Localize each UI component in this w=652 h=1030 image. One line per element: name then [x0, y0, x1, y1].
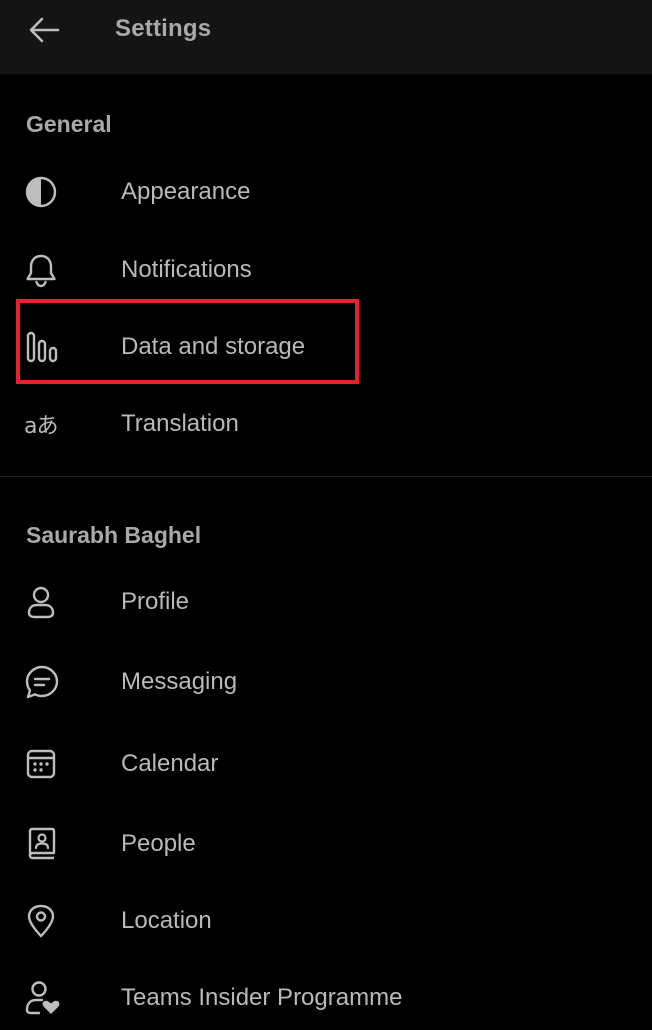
settings-item-label: People: [121, 830, 196, 857]
settings-item-label: Data and storage: [121, 333, 306, 360]
settings-item-messaging[interactable]: Messaging: [0, 650, 652, 714]
settings-item-label: Notifications: [121, 256, 252, 283]
settings-item-translation[interactable]: aあ Translation: [0, 392, 652, 456]
app-header: Settings: [0, 0, 652, 74]
settings-item-label: Appearance: [121, 178, 251, 205]
map-pin-icon: [24, 903, 64, 939]
back-button[interactable]: [22, 10, 66, 50]
settings-item-label: Teams Insider Programme: [121, 984, 403, 1011]
calendar-icon: [24, 746, 64, 782]
data-bars-icon: [24, 329, 64, 365]
contact-card-icon: [24, 826, 64, 862]
bell-icon: [24, 252, 64, 288]
person-icon: [24, 584, 64, 620]
translation-glyph: aあ: [24, 414, 58, 439]
translation-icon: aあ: [24, 406, 64, 442]
arrow-left-icon: [28, 16, 60, 44]
settings-item-location[interactable]: Location: [0, 889, 652, 953]
settings-item-label: Messaging: [121, 668, 238, 695]
settings-item-teams-insider[interactable]: Teams Insider Programme: [0, 966, 652, 1030]
settings-item-profile[interactable]: Profile: [0, 570, 652, 634]
settings-item-appearance[interactable]: Appearance: [0, 160, 652, 224]
settings-item-data-and-storage[interactable]: Data and storage: [0, 315, 652, 379]
settings-item-people[interactable]: People: [0, 812, 652, 876]
person-heart-icon: [24, 980, 64, 1016]
settings-item-label: Location: [121, 907, 212, 934]
settings-item-label: Calendar: [121, 750, 219, 777]
section-divider: [0, 476, 652, 477]
settings-item-notifications[interactable]: Notifications: [0, 238, 652, 302]
page-title: Settings: [115, 15, 212, 42]
settings-item-label: Profile: [121, 588, 190, 615]
section-title-general: General: [26, 111, 112, 137]
settings-item-label: Translation: [121, 410, 239, 437]
settings-item-calendar[interactable]: Calendar: [0, 732, 652, 796]
half-circle-icon: [24, 174, 64, 210]
section-title-account: Saurabh Baghel: [26, 522, 202, 548]
chat-bubble-icon: [24, 664, 64, 700]
